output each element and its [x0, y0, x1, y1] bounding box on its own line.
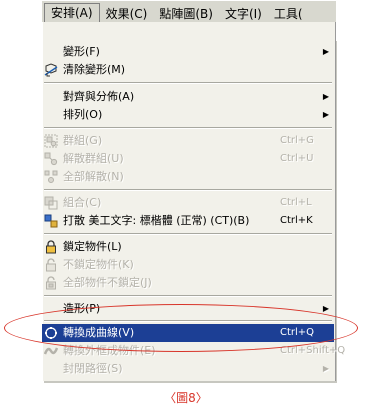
menu-item-label: 清除變形(M): [63, 63, 126, 76]
menu-item-group[interactable]: 群組(G) Ctrl+G: [42, 132, 334, 150]
menu-item-transformations[interactable]: 變形(F) ▶: [42, 43, 334, 61]
combine-icon: [44, 196, 58, 210]
highlight-annotation-oval: [4, 304, 358, 352]
menu-item-label: 群組(G): [63, 134, 103, 147]
lock-icon: [44, 240, 58, 254]
submenu-arrow-icon: ▶: [322, 364, 329, 373]
submenu-arrow-icon: ▶: [322, 47, 329, 56]
menu-item-align-distribute[interactable]: 對齊與分佈(A) ▶: [42, 88, 334, 106]
menu-separator: [44, 82, 332, 84]
menu-item-ungroup-all[interactable]: 全部解散(N): [42, 168, 334, 186]
menu-item-shortcut: Ctrl+L: [280, 197, 312, 208]
menu-separator: [44, 295, 332, 297]
menu-item-break-apart[interactable]: 打散 美工文字: 標楷體 (正常) (CT)(B) Ctrl+K: [42, 212, 334, 230]
menu-item-label: 排列(O): [63, 108, 103, 121]
submenu-arrow-icon: ▶: [322, 110, 329, 119]
menu-top-border: [42, 22, 335, 39]
menu-item-unlock-object[interactable]: 不鎖定物件(K): [42, 256, 334, 274]
menu-bar: 安排(A) 效果(C) 點陣圖(B) 文字(I) 工具(: [42, 0, 336, 23]
menu-item-label: 全部物件不鎖定(J): [63, 276, 152, 289]
group-icon: [44, 134, 58, 148]
menu-item-order[interactable]: 排列(O) ▶: [42, 106, 334, 124]
menu-item-label: 對齊與分佈(A): [63, 90, 135, 103]
menu-item-label: 封閉路徑(S): [63, 362, 123, 375]
ungroup-icon: [44, 152, 58, 166]
menu-item-label: 解散群組(U): [63, 152, 124, 165]
menu-item-shortcut: Ctrl+U: [280, 153, 314, 164]
menu-item-label: 全部解散(N): [63, 170, 124, 183]
menu-item-close-path[interactable]: 封閉路徑(S) ▶: [42, 360, 334, 378]
outline-object-icon: [43, 344, 59, 358]
menu-separator: [44, 233, 332, 235]
clear-transform-icon: [44, 63, 58, 77]
menu-separator: [44, 127, 332, 129]
menu-item-clear-transformations[interactable]: 清除變形(M): [42, 61, 334, 79]
menubar-item-arrange[interactable]: 安排(A): [44, 3, 100, 23]
menu-item-label: 鎖定物件(L): [63, 240, 122, 253]
menu-separator: [44, 189, 332, 191]
menu-item-ungroup[interactable]: 解散群組(U) Ctrl+U: [42, 150, 334, 168]
submenu-arrow-icon: ▶: [322, 92, 329, 101]
ungroup-all-icon: [44, 170, 58, 184]
menu-item-shortcut: Ctrl+K: [280, 215, 313, 226]
menu-item-label: 變形(F): [63, 45, 100, 58]
menu-item-unlock-all[interactable]: 全部物件不鎖定(J): [42, 274, 334, 292]
break-apart-icon: [44, 214, 58, 228]
menubar-item-tools[interactable]: 工具(: [268, 5, 309, 23]
menubar-item-text[interactable]: 文字(I): [219, 5, 268, 23]
menubar-item-effects[interactable]: 效果(C): [100, 5, 154, 23]
menu-item-shortcut: Ctrl+G: [280, 135, 314, 146]
menubar-item-bitmaps[interactable]: 點陣圖(B): [153, 5, 219, 23]
figure-caption: 〈圖8〉: [164, 391, 208, 405]
menu-item-combine[interactable]: 組合(C) Ctrl+L: [42, 194, 334, 212]
menu-item-label: 打散 美工文字: 標楷體 (正常) (CT)(B): [63, 214, 250, 227]
unlock-all-icon: [44, 276, 58, 290]
menu-item-label: 不鎖定物件(K): [63, 258, 134, 271]
menu-item-label: 組合(C): [63, 196, 102, 209]
unlock-icon: [44, 258, 58, 272]
menu-item-lock-object[interactable]: 鎖定物件(L): [42, 238, 334, 256]
